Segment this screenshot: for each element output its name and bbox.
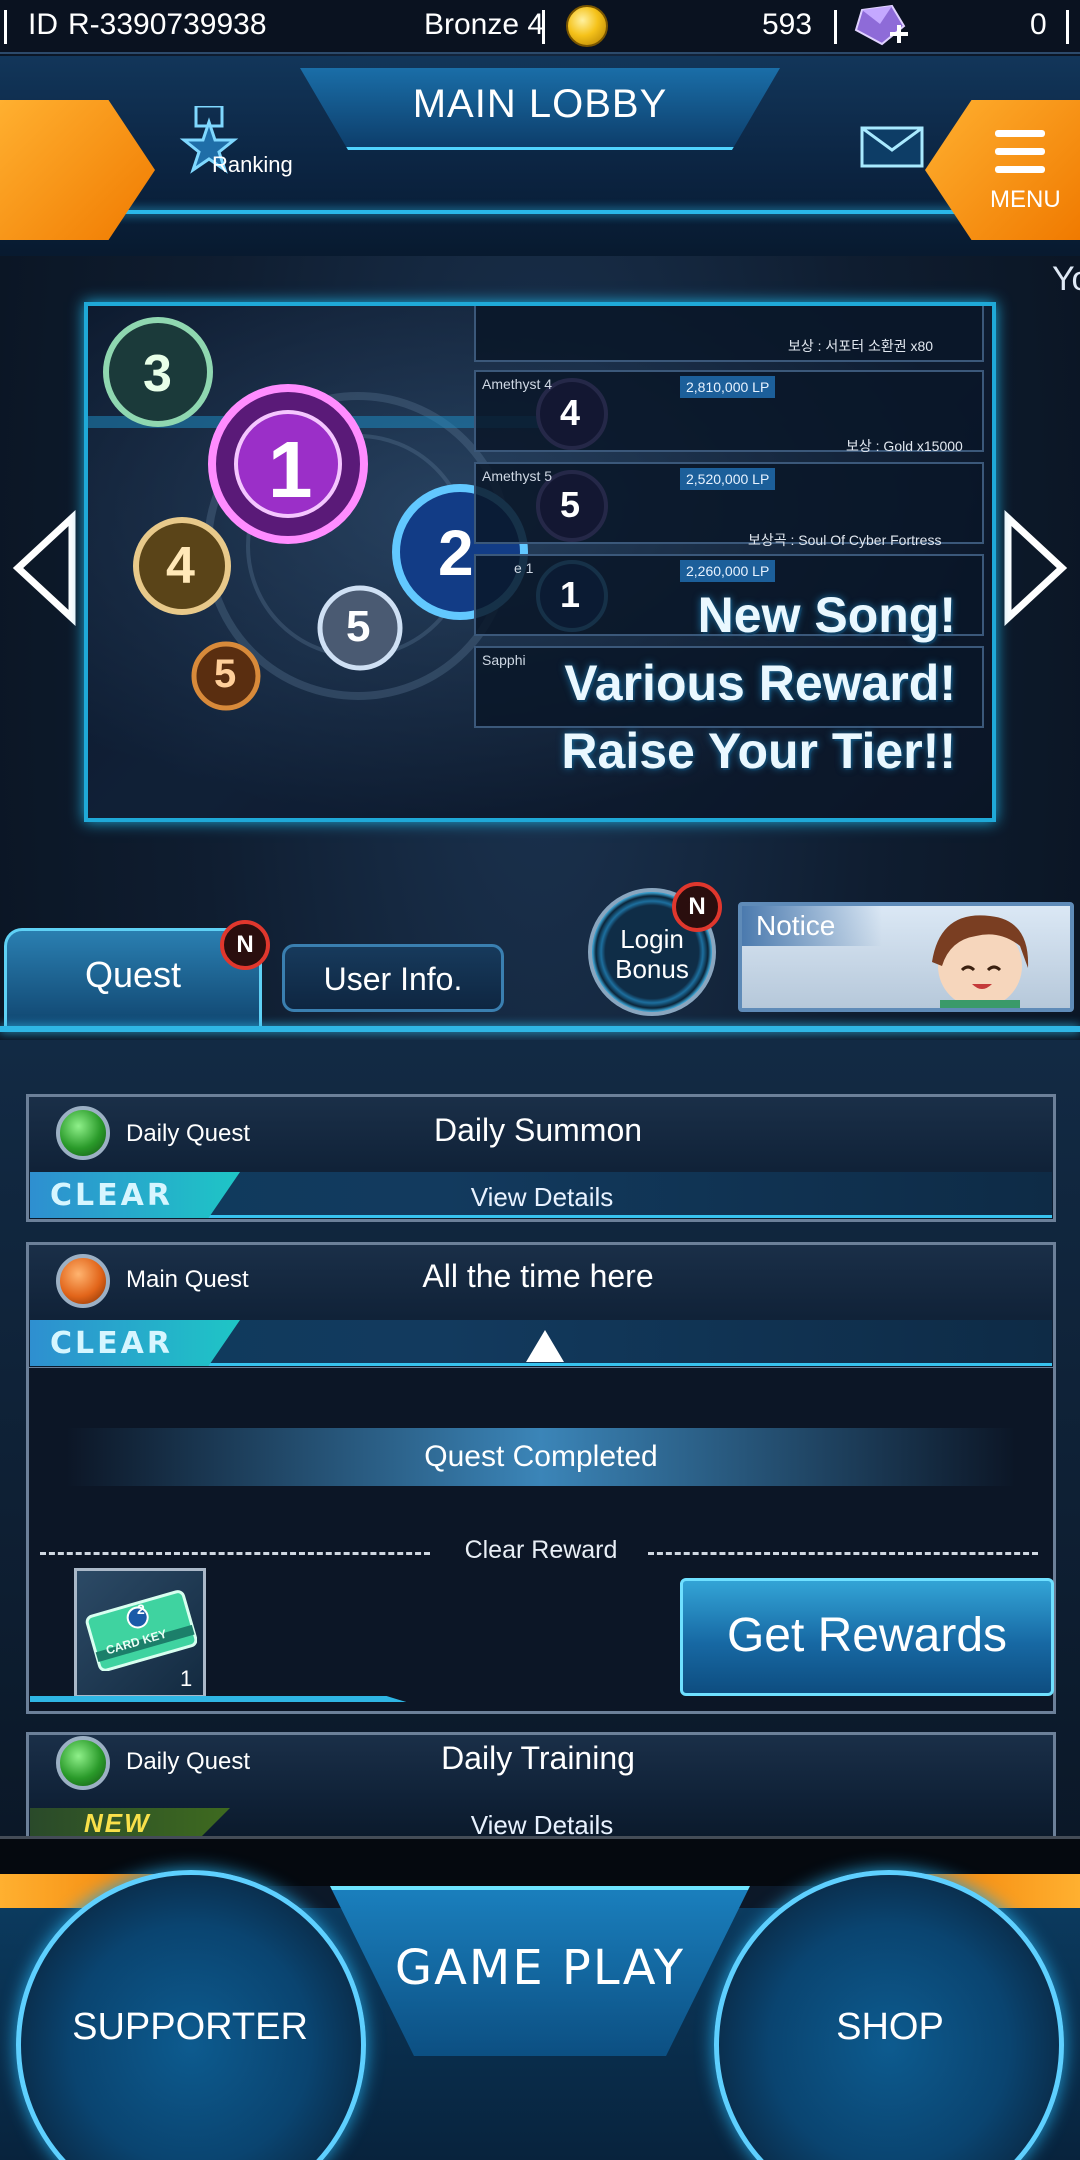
supporter-button[interactable]: SUPPORTER (20, 2006, 360, 2049)
card-key-icon (85, 1590, 197, 1671)
clear-reward-label: Clear Reward (464, 1536, 618, 1564)
gold-coin-icon (566, 5, 608, 47)
medal-number: 4 (166, 537, 195, 595)
tier-lp: 2,810,000 LP (680, 376, 776, 398)
status-separator (834, 10, 837, 44)
shop-button[interactable]: SHOP (720, 2006, 1060, 2049)
quest-status: CLEAR (50, 1178, 173, 1213)
reward-count: 1 (180, 1666, 193, 1691)
quest-completed-label: Quest Completed (424, 1440, 658, 1473)
tier-name: Amethyst 5 (482, 468, 553, 484)
game-play-label: GAME PLAY (394, 1940, 686, 1996)
tab-user-info-label: User Info. (323, 961, 463, 997)
player-id: R-3390739938 (68, 8, 267, 41)
banner-line: New Song! (697, 587, 956, 643)
banner-prev-arrow-icon[interactable] (10, 508, 80, 628)
status-separator (542, 10, 545, 44)
tier-name: Amethyst 4 (482, 376, 553, 392)
quest-status: CLEAR (50, 1326, 173, 1361)
quest-status: NEW (84, 1808, 151, 1838)
marquee-text: Yo (1052, 260, 1080, 298)
view-details-button[interactable]: View Details (342, 1182, 742, 1213)
ranking-label: Ranking (212, 152, 293, 177)
login-bonus-label: Login Bonus (615, 924, 689, 984)
medal-number: 5 (560, 484, 581, 525)
banner-line: Various Reward! (564, 655, 956, 711)
daily-quest-icon (56, 1106, 110, 1160)
quest-title: All the time here (422, 1258, 654, 1294)
status-separator (4, 10, 7, 44)
notice-character-art (932, 915, 1029, 1008)
header-glow-line (0, 210, 1080, 214)
daily-quest-icon (56, 1736, 110, 1790)
mail-icon[interactable] (858, 124, 926, 170)
tier-name: e 1 (514, 560, 534, 576)
gold-amount: 593 (762, 8, 813, 41)
quest-title: Daily Training (441, 1740, 635, 1776)
medal-number: 1 (268, 425, 313, 514)
medal-number: 5 (346, 602, 371, 651)
tier-name: Sapphi (482, 652, 526, 668)
menu-label[interactable]: MENU (990, 186, 1061, 214)
get-rewards-label: Get Rewards (726, 1609, 1008, 1662)
tier-reward: 보상 : Gold x15000 (846, 438, 963, 454)
tier-lp: 2,260,000 LP (680, 560, 776, 582)
collapse-arrow-icon[interactable] (522, 1326, 568, 1368)
gem-amount: 0 (1030, 8, 1047, 41)
tier-lp: 2,520,000 LP (680, 468, 776, 490)
quest-divider (0, 1026, 1080, 1032)
page-title: MAIN LOBBY (412, 82, 668, 126)
medal-number: 4 (560, 392, 581, 433)
id-label: ID (28, 8, 58, 41)
quest-type: Daily Quest (126, 1748, 251, 1775)
status-separator (1066, 10, 1069, 44)
tab-quest-label: Quest (84, 954, 182, 995)
new-badge: N (220, 920, 270, 970)
tier-reward: 보상곡 : Soul Of Cyber Fortress (748, 532, 942, 548)
event-banner[interactable]: 보상 : 서포터 소환권 x80 Amethyst 4 2,810,000 LP… (84, 302, 996, 822)
new-badge: N (672, 882, 722, 932)
tier-reward: 보상 : 서포터 소환권 x80 (788, 338, 934, 354)
gem-plus-icon[interactable] (852, 4, 910, 50)
card-key-number: 2 (137, 1601, 145, 1617)
quest-title: Daily Summon (433, 1112, 643, 1148)
medal-number: 5 (214, 652, 237, 696)
banner-line: Raise Your Tier!! (561, 723, 956, 779)
tier-rank: Bronze 4 (424, 8, 545, 41)
banner-next-arrow-icon[interactable] (1000, 508, 1070, 628)
quest-type: Daily Quest (126, 1120, 251, 1147)
medal-number: 3 (143, 345, 172, 403)
medal-number: 1 (560, 574, 581, 615)
quest-type: Main Quest (126, 1266, 249, 1293)
medal-number: 2 (438, 517, 474, 589)
notice-label: Notice (756, 910, 836, 941)
main-quest-icon (56, 1254, 110, 1308)
